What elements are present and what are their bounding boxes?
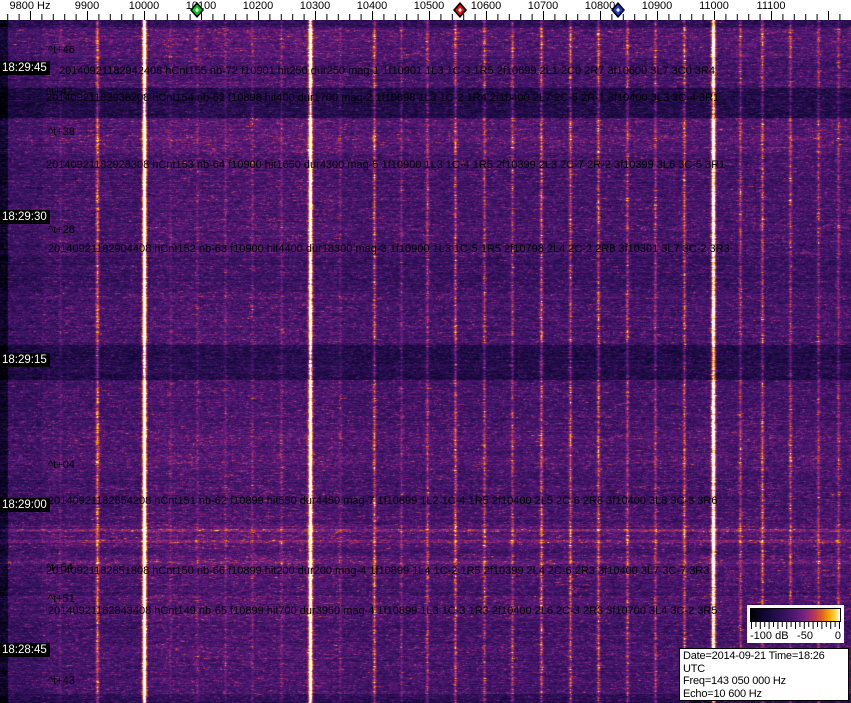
event-log-line-0: 20140921182942408 hCnt155 nb-72 f10901 h… bbox=[59, 65, 716, 77]
scale-label-min: -100 dB bbox=[750, 630, 789, 642]
blue-frequency-marker-icon[interactable] bbox=[610, 1, 626, 19]
freq-label-10600: 10600 bbox=[470, 0, 502, 12]
event-log-line-1: 20140921182938208 hCnt154 nb-62 f10898 h… bbox=[46, 92, 720, 104]
event-log-line-6: 20140921182843408 hCnt149 nb-65 f10899 h… bbox=[48, 605, 718, 617]
time-label-18-29-15: 18:29:15 bbox=[0, 353, 50, 367]
time-label-18-29-30: 18:29:30 bbox=[0, 210, 50, 224]
freq-label-10000: 10000 bbox=[128, 0, 160, 12]
time-label-18-29-00: 18:29:00 bbox=[0, 498, 50, 512]
freq-label-10700: 10700 bbox=[527, 0, 559, 12]
event-log-line-4: 20140921182854208 hCnt151 nb-62 f10899 h… bbox=[48, 495, 718, 507]
red-frequency-marker-icon[interactable] bbox=[452, 1, 468, 19]
time-label-18-28-45: 18:28:45 bbox=[0, 643, 50, 657]
scale-tick-marks bbox=[751, 621, 840, 629]
freq-label-10200: 10200 bbox=[242, 0, 274, 12]
event-log-line-3: 20140921182904408 hCnt152 nb-63 f10900 h… bbox=[48, 243, 730, 255]
event-time-marker-3: ^t+28 bbox=[48, 224, 75, 236]
status-info-box: Date=2014-09-21 Time=18:26 UTC Freq=143 … bbox=[679, 648, 849, 703]
scale-label-max: 0 bbox=[834, 630, 841, 642]
event-time-marker-7: ^t+43 bbox=[48, 675, 75, 687]
freq-label-11000: 11000 bbox=[699, 0, 729, 12]
color-scale-legend: -100 dB -50 0 bbox=[747, 605, 844, 643]
time-label-18-29-45: 18:29:45 bbox=[0, 61, 50, 75]
info-date-line: Date=2014-09-21 Time=18:26 UTC bbox=[683, 650, 825, 675]
info-freq-line: Freq=143 050 000 Hz bbox=[683, 675, 786, 687]
event-log-line-2: 20140921182928308 hCnt153 nb-64 f10900 h… bbox=[46, 159, 726, 171]
event-time-marker-6: ^t+51 bbox=[48, 593, 75, 605]
freq-label-10300: 10300 bbox=[299, 0, 331, 12]
event-log-line-5: 20140921182851808 hCnt150 nb-66 f10899 h… bbox=[46, 565, 710, 577]
event-time-marker-0: ^t+46 bbox=[48, 44, 75, 56]
freq-label-9800: 9800 Hz bbox=[9, 0, 51, 12]
scale-label-mid: -50 bbox=[797, 630, 813, 642]
scale-labels: -100 dB -50 0 bbox=[747, 630, 844, 643]
frequency-axis: 9800 Hz 9900 10000 10100 10200 10300 10400 1050… bbox=[0, 0, 851, 20]
info-echo-line: Echo=10 600 Hz bbox=[683, 687, 762, 700]
freq-label-10500: 10500 bbox=[413, 0, 445, 12]
freq-label-10900: 10900 bbox=[641, 0, 673, 12]
event-time-marker-4: ^t+04 bbox=[48, 459, 75, 471]
color-gradient-bar bbox=[750, 608, 841, 622]
freq-label-9900: 9900 bbox=[74, 0, 100, 12]
green-frequency-marker-icon[interactable] bbox=[189, 1, 205, 19]
freq-label-11100: 11100 bbox=[756, 0, 786, 12]
spectrogram-display[interactable] bbox=[0, 20, 851, 703]
freq-label-10400: 10400 bbox=[356, 0, 388, 12]
event-time-marker-2: ^t+38 bbox=[48, 126, 75, 138]
spectrogram-app-window: 9800 Hz 9900 10000 10100 10200 10300 10400 1050… bbox=[0, 0, 851, 703]
